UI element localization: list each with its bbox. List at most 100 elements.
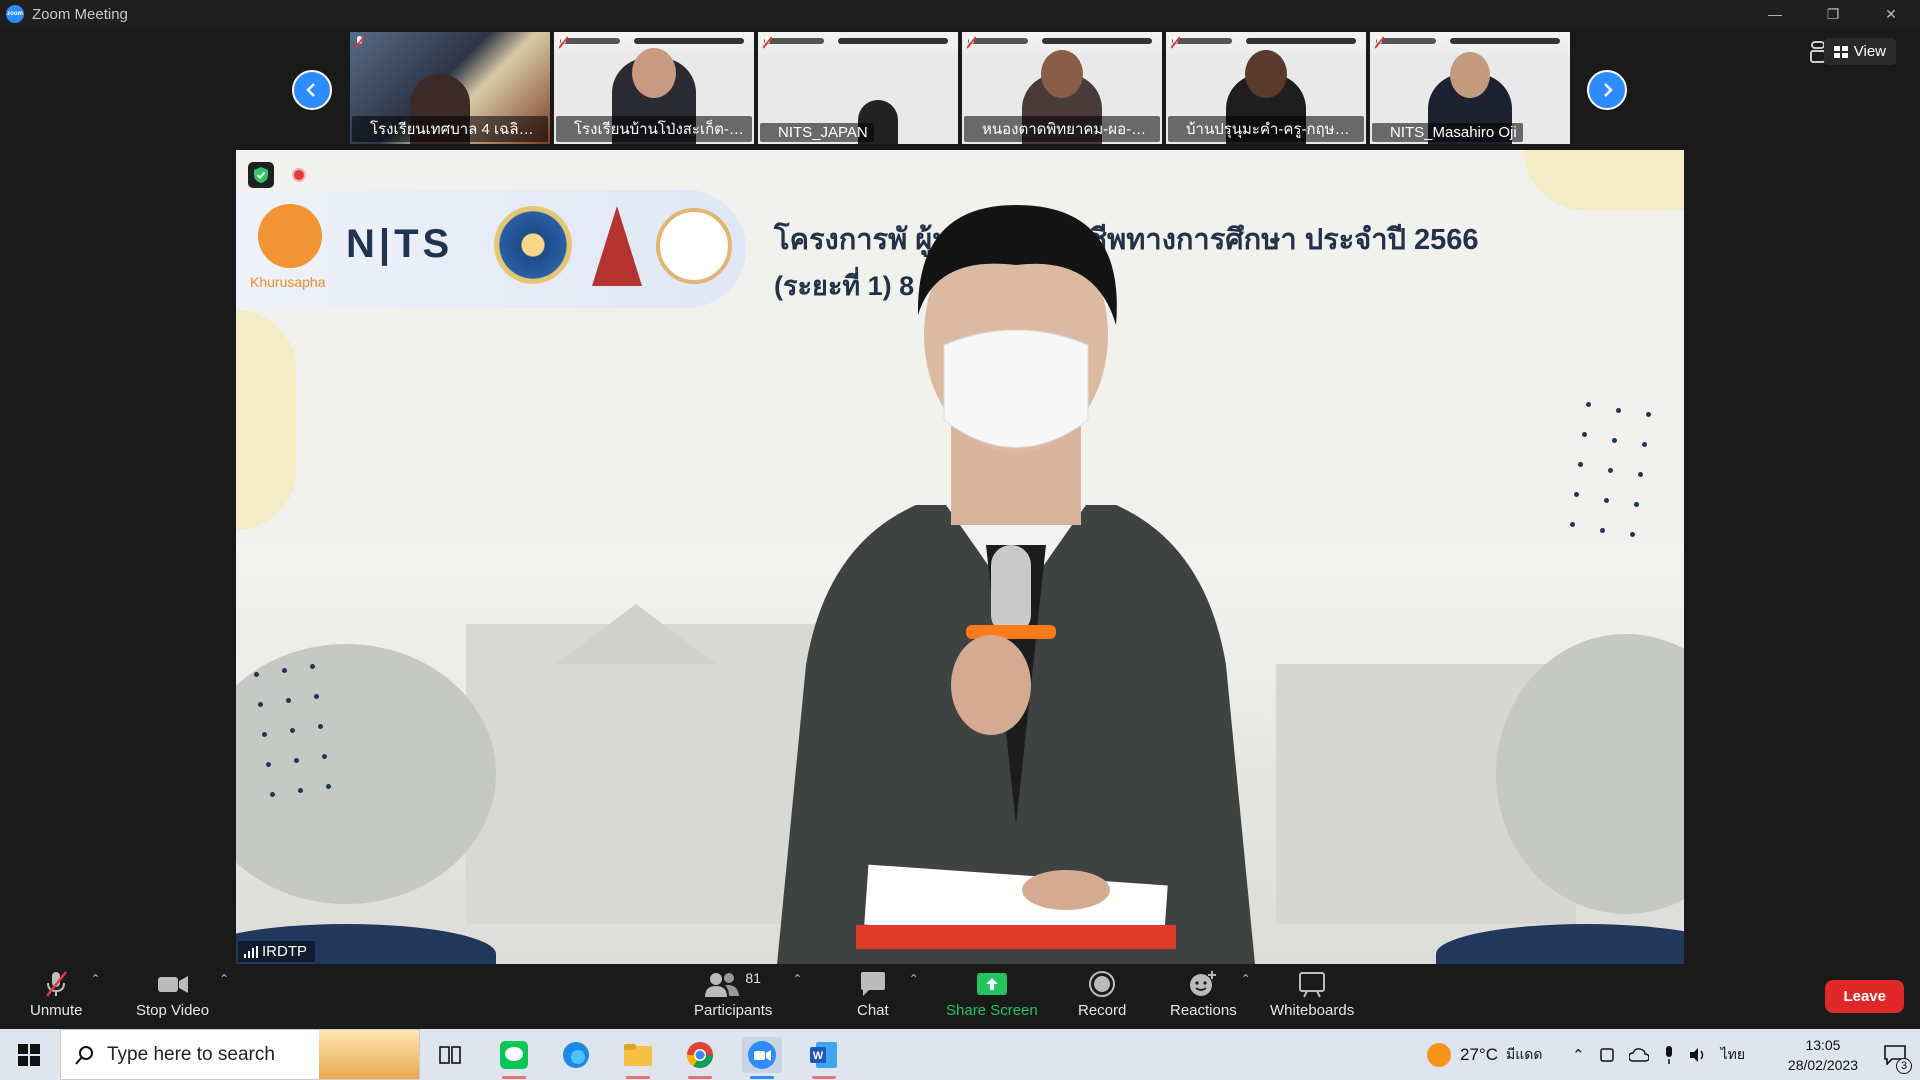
notification-center-button[interactable]: 3 <box>1884 1029 1912 1080</box>
next-page-button[interactable] <box>1587 70 1627 110</box>
temple-logo <box>592 206 642 286</box>
audio-options-caret-icon[interactable]: ⌃ <box>90 972 100 986</box>
logo-band: Khurusapha N|TS <box>236 190 746 308</box>
university-seal-logo <box>494 206 572 284</box>
microphone-tray-icon[interactable] <box>1663 1045 1675 1064</box>
participant-name: โรงเรียนบ้านโป่งสะเก็ต-ครู-... <box>556 116 752 142</box>
whiteboards-button[interactable]: Whiteboards <box>1270 970 1354 1019</box>
muted-mic-icon <box>46 971 68 997</box>
prev-page-button[interactable] <box>292 70 332 110</box>
meet-now-icon[interactable] <box>1599 1047 1615 1063</box>
taskbar-app-chrome[interactable] <box>680 1037 720 1079</box>
video-options-caret-icon[interactable]: ⌃ <box>219 972 229 986</box>
participant-name: หนองตาดพิทยาคม-ผอ-น้ำ... <box>964 116 1160 142</box>
zoom-app-icon <box>748 1041 776 1069</box>
muted-mic-icon <box>1171 36 1180 49</box>
word-app-icon: W <box>810 1042 837 1068</box>
taskbar-app-line[interactable] <box>494 1037 534 1079</box>
muted-mic-icon <box>559 36 568 49</box>
participant-name: โรงเรียนเทศบาล 4 เฉลิมพ... <box>352 116 548 142</box>
clock-date: 28/02/2023 <box>1787 1057 1858 1073</box>
whiteboards-label: Whiteboards <box>1270 1002 1355 1019</box>
search-icon <box>75 1045 93 1065</box>
recording-indicator-icon <box>292 168 306 182</box>
speaker-name: IRDTP <box>262 943 307 960</box>
muted-mic-icon <box>1375 36 1384 49</box>
taskbar-app-edge[interactable] <box>556 1037 596 1073</box>
taskbar-app-word[interactable]: W <box>804 1037 844 1079</box>
share-screen-button[interactable]: Share Screen <box>946 970 1038 1019</box>
weather-temp: 27°C <box>1460 1044 1498 1064</box>
taskbar-app-zoom[interactable] <box>742 1037 782 1079</box>
windows-taskbar: W 27°C มีแดด ⌃ ไทย 13:05 28/02/2023 3 <box>0 1029 1920 1080</box>
participant-tile[interactable]: หนองตาดพิทยาคม-ผอ-น้ำ... <box>962 32 1162 144</box>
presenter-figure <box>777 205 1255 964</box>
weather-desc: มีแดด <box>1505 1045 1543 1062</box>
stop-video-label: Stop Video <box>136 1002 210 1019</box>
khurusapha-logo <box>258 204 322 268</box>
task-view-button[interactable] <box>430 1037 470 1073</box>
reactions-label: Reactions <box>1170 1002 1237 1019</box>
muted-mic-icon <box>763 36 772 49</box>
zoom-window: zoom Zoom Meeting — ❐ ✕ โรงเรียนเทศบาล 4… <box>0 0 1920 1029</box>
muted-mic-icon <box>355 36 364 49</box>
chat-options-caret-icon[interactable]: ⌃ <box>909 972 919 986</box>
active-speaker-video[interactable]: Khurusapha N|TS โครงการพั ผู้ประกอบวิชาช… <box>236 150 1684 964</box>
taskbar-clock[interactable]: 13:05 28/02/2023 <box>1788 1035 1858 1075</box>
reactions-button[interactable]: Reactions ⌃ <box>1170 970 1251 1019</box>
share-screen-label: Share Screen <box>946 1002 1038 1019</box>
search-highlight-image <box>319 1030 419 1079</box>
input-language[interactable]: ไทย <box>1721 1044 1745 1066</box>
speaker-name-tag: IRDTP <box>238 941 315 962</box>
onedrive-cloud-icon[interactable] <box>1628 1047 1649 1062</box>
line-app-icon <box>500 1041 528 1069</box>
tray-overflow-chevron-icon[interactable]: ⌃ <box>1572 1046 1585 1064</box>
chat-button[interactable]: Chat ⌃ <box>857 970 919 1019</box>
participant-tile[interactable]: โรงเรียนบ้านโป่งสะเก็ต-ครู-... <box>554 32 754 144</box>
close-button[interactable]: ✕ <box>1862 0 1920 28</box>
zoom-logo-icon: zoom <box>6 5 24 23</box>
faculty-seal-logo <box>656 208 732 284</box>
participant-tile[interactable]: บ้านปรุนุมะคำ-ครู-กฤษณา... <box>1166 32 1366 144</box>
whiteboard-icon <box>1299 972 1326 998</box>
record-label: Record <box>1078 1002 1127 1019</box>
weather-widget[interactable]: 27°C มีแดด <box>1426 1029 1542 1080</box>
windows-start-icon[interactable] <box>18 1044 40 1066</box>
unmute-label: Unmute <box>30 1002 83 1019</box>
participant-count: 81 <box>745 970 761 986</box>
signal-strength-icon <box>244 946 258 958</box>
chevron-right-icon <box>1604 83 1613 97</box>
reactions-options-caret-icon[interactable]: ⌃ <box>1241 972 1251 986</box>
view-label: View <box>1853 43 1886 60</box>
taskbar-app-explorer[interactable] <box>618 1037 658 1079</box>
participant-tile[interactable]: NITS_Masahiro Oji <box>1370 32 1570 144</box>
participant-strip: โรงเรียนเทศบาล 4 เฉลิมพ... โรงเรียนบ้านโ… <box>350 32 1570 144</box>
notification-count: 3 <box>1896 1058 1912 1074</box>
speaker-volume-icon[interactable] <box>1689 1047 1707 1063</box>
encryption-shield-icon[interactable] <box>248 162 274 188</box>
participants-label: Participants <box>694 1002 773 1019</box>
record-button[interactable]: Record <box>1078 970 1126 1019</box>
leave-button[interactable]: Leave <box>1825 980 1904 1013</box>
view-button[interactable]: View <box>1823 38 1896 65</box>
stop-video-button[interactable]: Stop Video ⌃ <box>136 970 229 1019</box>
task-view-icon <box>439 1046 461 1064</box>
participant-tile[interactable]: โรงเรียนเทศบาล 4 เฉลิมพ... <box>350 32 550 144</box>
minimize-button[interactable]: — <box>1746 0 1804 28</box>
search-input[interactable] <box>107 1043 327 1066</box>
unmute-button[interactable]: Unmute ⌃ <box>30 970 101 1019</box>
participants-button[interactable]: 81 Participants ⌃ <box>694 970 802 1019</box>
clock-time: 13:05 <box>1805 1037 1841 1053</box>
meeting-toolbar: Unmute ⌃ Stop Video ⌃ 81 Participants ⌃ … <box>0 964 1920 1029</box>
edge-browser-icon <box>563 1042 589 1068</box>
chrome-browser-icon <box>686 1042 714 1069</box>
title-bar: zoom Zoom Meeting — ❐ ✕ <box>0 0 1920 28</box>
taskbar-search-box[interactable] <box>60 1029 420 1080</box>
file-explorer-icon <box>624 1044 652 1066</box>
participant-tile[interactable]: NITS_JAPAN <box>758 32 958 144</box>
participants-options-caret-icon[interactable]: ⌃ <box>792 972 802 986</box>
window-title: Zoom Meeting <box>32 5 128 23</box>
restore-button[interactable]: ❐ <box>1804 0 1862 28</box>
emoji-reaction-icon <box>1190 971 1217 996</box>
system-tray: ⌃ ไทย <box>1572 1029 1745 1080</box>
